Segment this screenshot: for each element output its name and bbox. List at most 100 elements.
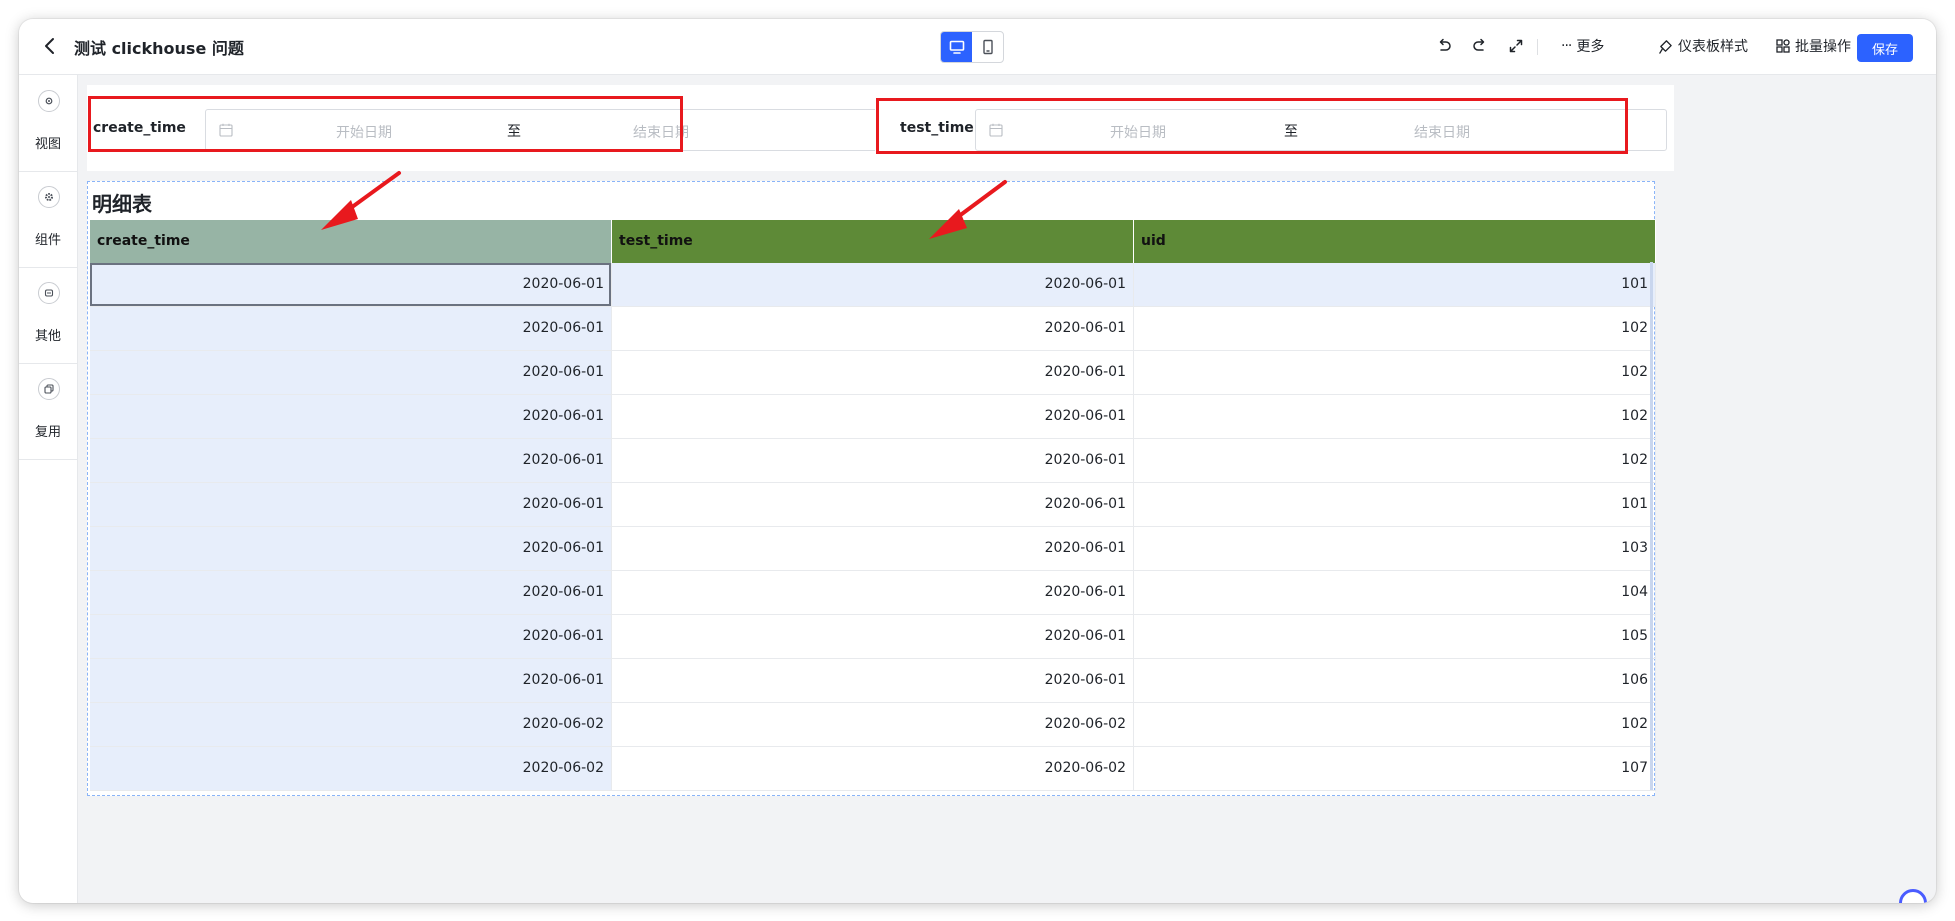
table-cell-uid[interactable]: 105 <box>1134 615 1656 658</box>
table-cell-create-time[interactable]: 2020-06-01 <box>90 483 612 526</box>
table-row[interactable]: 2020-06-01 2020-06-01 105 <box>90 615 1656 659</box>
table-cell-create-time[interactable]: 2020-06-01 <box>90 395 612 438</box>
table-cell-test-time[interactable]: 2020-06-01 <box>612 307 1134 350</box>
range-separator: 至 <box>1284 124 1298 140</box>
table-cell-uid[interactable]: 104 <box>1134 571 1656 614</box>
filter-card-test-time: test_time 开始日期 至 结束日期 <box>875 85 1674 171</box>
table-row[interactable]: 2020-06-01 2020-06-01 106 <box>90 659 1656 703</box>
more-button[interactable]: ··· 更多 <box>1561 35 1604 57</box>
batch-operation-button[interactable]: 批量操作 <box>1776 35 1851 57</box>
table-cell-create-time[interactable]: 2020-06-01 <box>90 571 612 614</box>
table-cell-create-time[interactable]: 2020-06-01 <box>90 615 612 658</box>
table-cell-uid[interactable]: 102 <box>1134 395 1656 438</box>
toolbar-divider <box>1537 39 1538 55</box>
table-cell-create-time[interactable]: 2020-06-01 <box>90 307 612 350</box>
dashboard-style-label: 仪表板样式 <box>1678 39 1748 55</box>
table-cell-uid[interactable]: 102 <box>1134 307 1656 350</box>
desktop-view-button[interactable] <box>941 32 972 62</box>
redo-button[interactable] <box>1469 35 1491 57</box>
end-date-input[interactable]: 结束日期 <box>1414 122 1470 142</box>
table-cell-test-time[interactable]: 2020-06-02 <box>612 703 1134 746</box>
table-cell-create-time[interactable]: 2020-06-02 <box>90 703 612 746</box>
data-table: create_time test_time uid 2020-06-01 2020… <box>90 220 1656 791</box>
expand-icon <box>1509 39 1523 53</box>
column-header-uid[interactable]: uid <box>1134 220 1656 263</box>
table-row[interactable]: 2020-06-01 2020-06-01 102 <box>90 351 1656 395</box>
table-row[interactable]: 2020-06-01 2020-06-01 102 <box>90 395 1656 439</box>
redo-icon <box>1473 38 1485 51</box>
table-cell-test-time[interactable]: 2020-06-01 <box>612 571 1134 614</box>
start-date-input[interactable]: 开始日期 <box>336 122 392 142</box>
table-row[interactable]: 2020-06-01 2020-06-01 104 <box>90 571 1656 615</box>
page-title: 测试 clickhouse 问题 <box>74 39 244 58</box>
range-separator: 至 <box>507 124 521 140</box>
table-cell-create-time[interactable]: 2020-06-01 <box>90 527 612 570</box>
grid-icon <box>1776 39 1790 53</box>
gear-icon <box>38 186 60 208</box>
table-cell-uid[interactable]: 106 <box>1134 659 1656 702</box>
detail-table-widget[interactable]: 明细表 create_time test_time uid 2020-06-01… <box>87 181 1656 796</box>
table-cell-test-time[interactable]: 2020-06-01 <box>612 659 1134 702</box>
dashboard-style-button[interactable]: 仪表板样式 <box>1658 35 1748 57</box>
table-cell-test-time[interactable]: 2020-06-02 <box>612 747 1134 790</box>
table-cell-uid[interactable]: 107 <box>1134 747 1656 790</box>
table-cell-uid[interactable]: 101 <box>1134 263 1656 306</box>
date-range-picker[interactable]: 开始日期 至 结束日期 <box>975 109 1667 151</box>
table-cell-create-time[interactable]: 2020-06-01 <box>90 439 612 482</box>
calendar-icon <box>218 122 234 138</box>
table-cell-uid[interactable]: 102 <box>1134 351 1656 394</box>
undo-icon <box>1439 38 1451 51</box>
table-cell-create-time[interactable]: 2020-06-01 <box>90 659 612 702</box>
table-row[interactable]: 2020-06-01 2020-06-01 101 <box>90 263 1656 307</box>
sidebar-item-other[interactable]: 其他 <box>19 267 77 364</box>
table-cell-test-time[interactable]: 2020-06-01 <box>612 263 1134 306</box>
sidebar-item-reuse[interactable]: 复用 <box>19 363 77 460</box>
table-cell-uid[interactable]: 103 <box>1134 527 1656 570</box>
table-row[interactable]: 2020-06-01 2020-06-01 103 <box>90 527 1656 571</box>
chevron-left-icon <box>45 38 54 54</box>
table-row[interactable]: 2020-06-02 2020-06-02 107 <box>90 747 1656 791</box>
mobile-view-button[interactable] <box>972 32 1003 62</box>
table-cell-uid[interactable]: 102 <box>1134 439 1656 482</box>
filter-card-create-time: create_time 开始日期 至 结束日期 <box>87 85 883 171</box>
help-assistant-button[interactable] <box>1899 889 1927 903</box>
date-range-picker[interactable]: 开始日期 至 结束日期 <box>205 109 878 151</box>
table-row[interactable]: 2020-06-02 2020-06-02 102 <box>90 703 1656 747</box>
sidebar-item-components[interactable]: 组件 <box>19 171 77 268</box>
calendar-icon <box>988 122 1004 138</box>
undo-button[interactable] <box>1433 35 1455 57</box>
other-icon <box>38 282 60 304</box>
view-icon <box>38 90 60 112</box>
table-cell-create-time[interactable]: 2020-06-01 <box>90 351 612 394</box>
table-row[interactable]: 2020-06-01 2020-06-01 102 <box>90 307 1656 351</box>
start-date-input[interactable]: 开始日期 <box>1110 122 1166 142</box>
column-header-test-time[interactable]: test_time <box>612 220 1134 263</box>
table-body: 2020-06-01 2020-06-01 101 2020-06-01 2020-06… <box>90 263 1656 791</box>
end-date-input[interactable]: 结束日期 <box>633 122 689 142</box>
table-row[interactable]: 2020-06-01 2020-06-01 102 <box>90 439 1656 483</box>
table-cell-test-time[interactable]: 2020-06-01 <box>612 351 1134 394</box>
table-cell-test-time[interactable]: 2020-06-01 <box>612 527 1134 570</box>
more-label: 更多 <box>1576 39 1605 55</box>
table-cell-create-time[interactable]: 2020-06-02 <box>90 747 612 790</box>
table-cell-test-time[interactable]: 2020-06-01 <box>612 615 1134 658</box>
table-cell-test-time[interactable]: 2020-06-01 <box>612 483 1134 526</box>
filter-label: test_time <box>900 120 974 136</box>
table-row[interactable]: 2020-06-01 2020-06-01 101 <box>90 483 1656 527</box>
save-button[interactable]: 保存 <box>1857 34 1913 62</box>
table-cell-test-time[interactable]: 2020-06-01 <box>612 395 1134 438</box>
table-header: create_time test_time uid <box>90 220 1656 263</box>
scrollbar[interactable] <box>1650 262 1653 790</box>
sidebar-item-view[interactable]: 视图 <box>19 75 77 172</box>
batch-operation-label: 批量操作 <box>1795 39 1851 55</box>
sidebar-item-label: 组件 <box>34 233 61 248</box>
back-button[interactable] <box>37 33 61 59</box>
column-header-create-time[interactable]: create_time <box>90 220 612 263</box>
table-cell-test-time[interactable]: 2020-06-01 <box>612 439 1134 482</box>
fullscreen-button[interactable] <box>1505 35 1527 57</box>
table-cell-create-time[interactable]: 2020-06-01 <box>90 263 612 306</box>
table-cell-uid[interactable]: 101 <box>1134 483 1656 526</box>
filter-label: create_time <box>93 120 186 136</box>
phone-icon <box>982 39 993 55</box>
table-cell-uid[interactable]: 102 <box>1134 703 1656 746</box>
